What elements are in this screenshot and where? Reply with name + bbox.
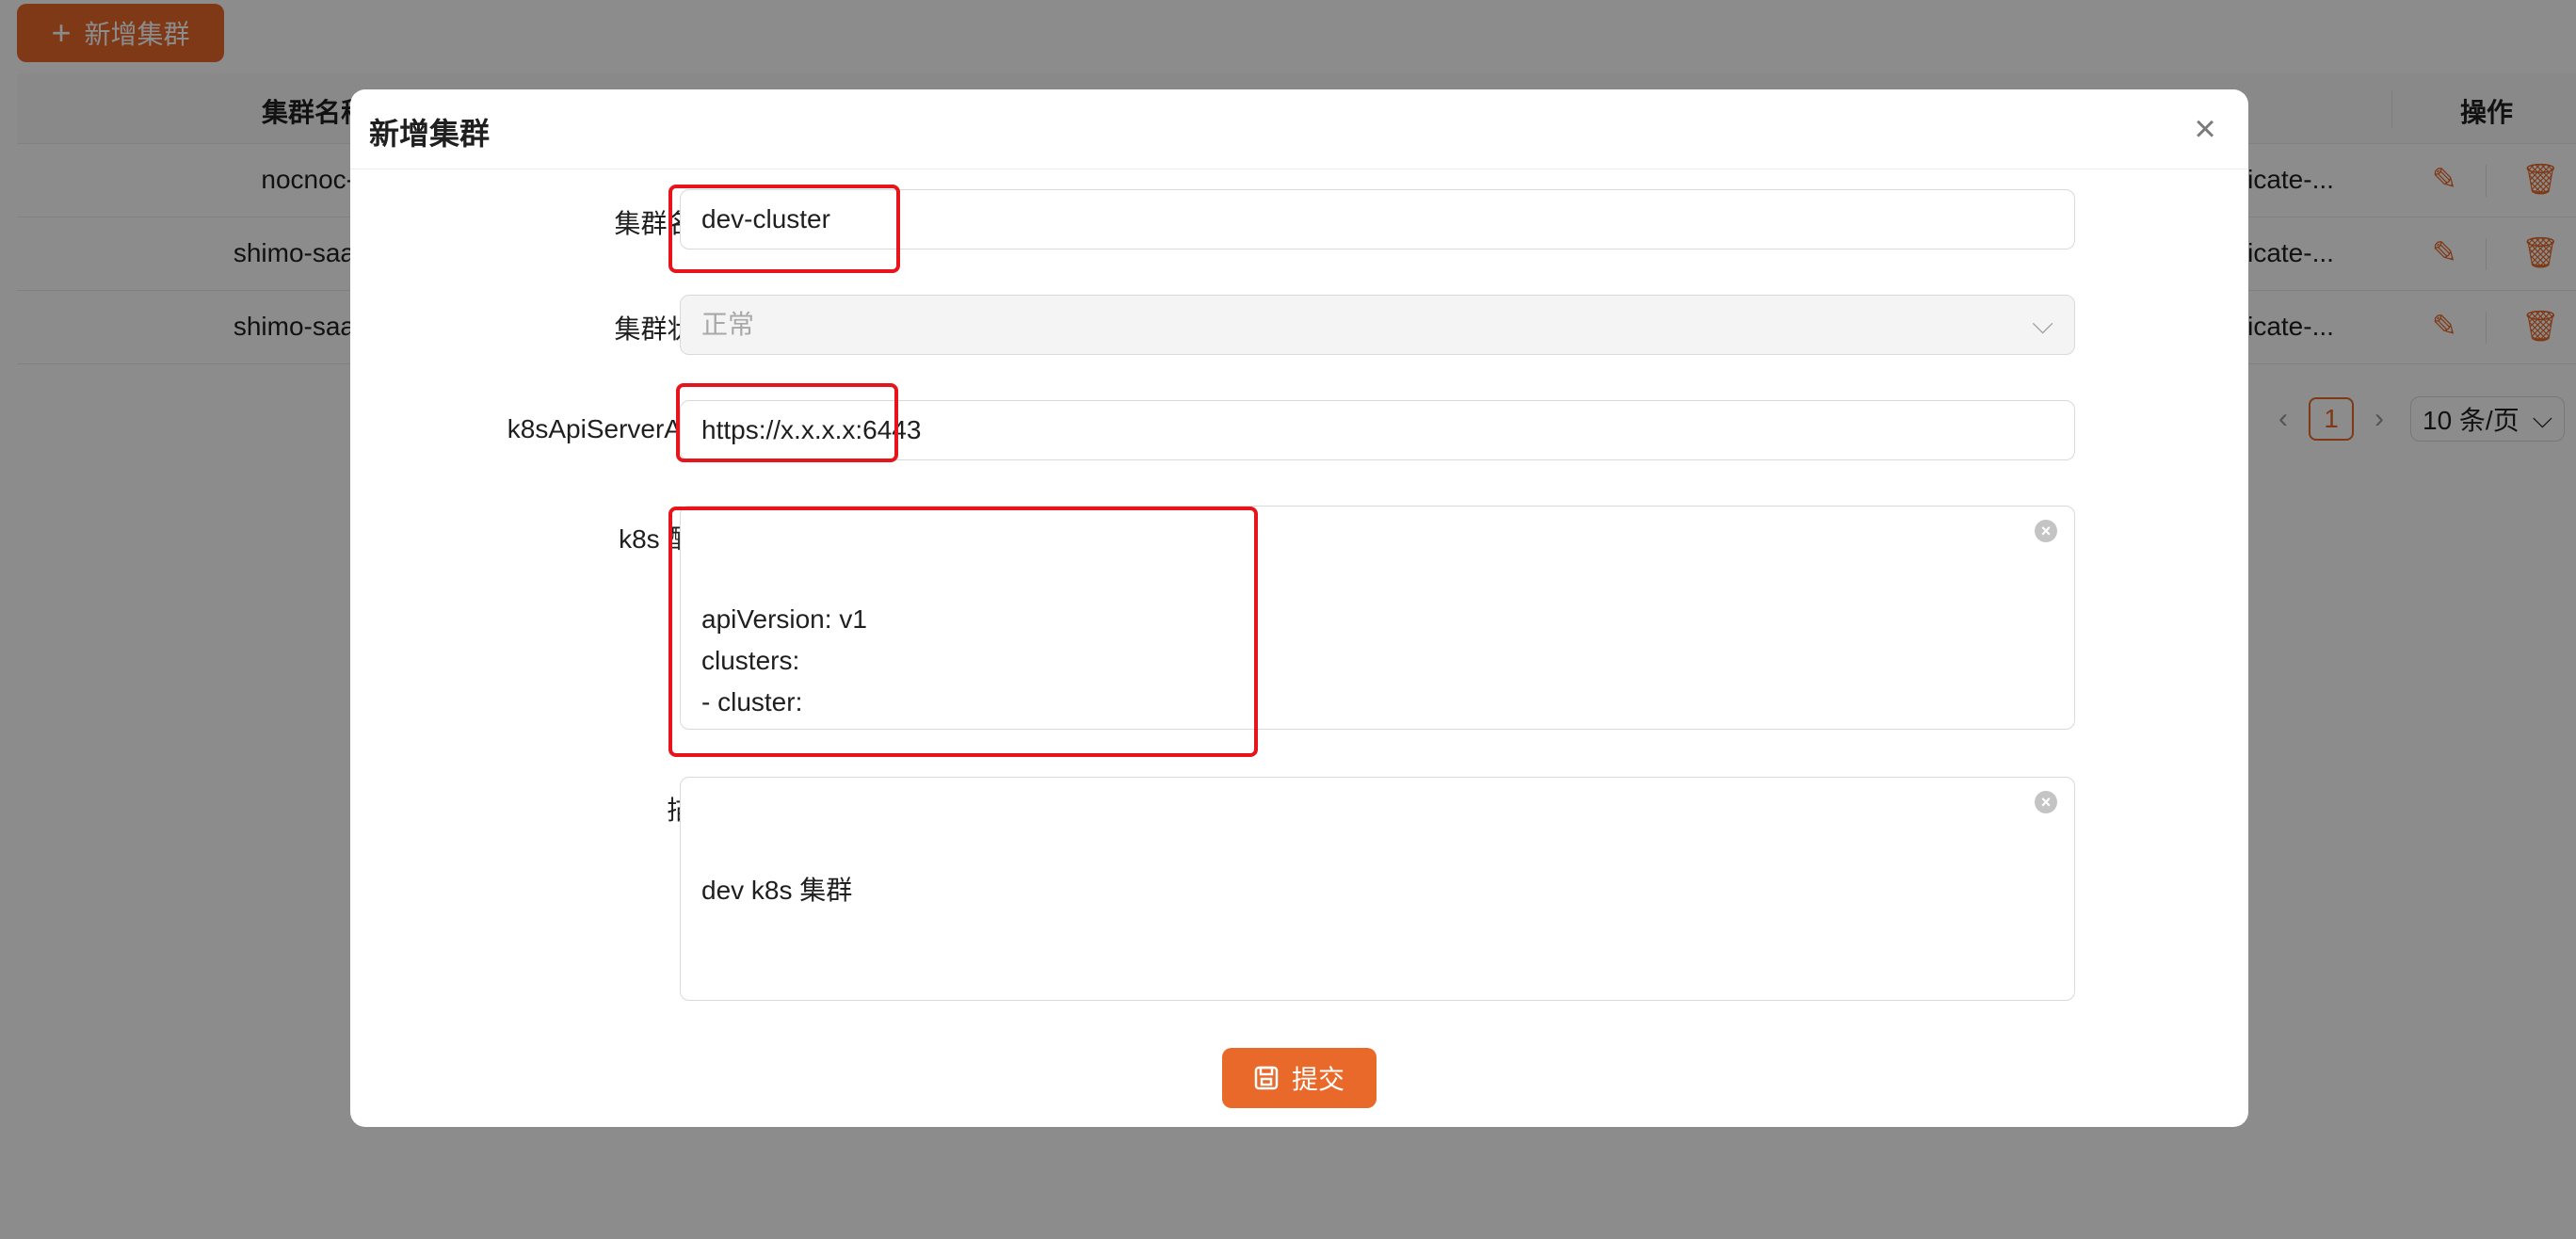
description-value: dev k8s 集群 [701, 876, 853, 905]
clear-icon[interactable]: × [2035, 791, 2057, 813]
submit-button[interactable]: 提交 [1222, 1048, 1377, 1108]
highlight-box [676, 383, 898, 462]
highlight-box [668, 507, 1258, 757]
clear-icon[interactable]: × [2035, 520, 2057, 542]
close-icon[interactable]: × [2184, 108, 2226, 150]
save-icon [1254, 1066, 1279, 1090]
modal-title: 新增集群 [369, 117, 491, 151]
cluster-status-select[interactable]: 正常 ⌵ [680, 295, 2075, 355]
description-textarea[interactable]: dev k8s 集群 × [680, 777, 2075, 1001]
cluster-status-value: 正常 [701, 310, 755, 339]
chevron-down-icon: ⌵ [2032, 309, 2053, 340]
add-cluster-modal: 新增集群 × 集群名称 : dev-cluster 集群状态 : 正常 ⌵ k8… [350, 89, 2248, 1127]
submit-label: 提交 [1291, 1065, 1344, 1094]
modal-header: 新增集群 × [350, 89, 2248, 169]
highlight-box [668, 185, 900, 273]
